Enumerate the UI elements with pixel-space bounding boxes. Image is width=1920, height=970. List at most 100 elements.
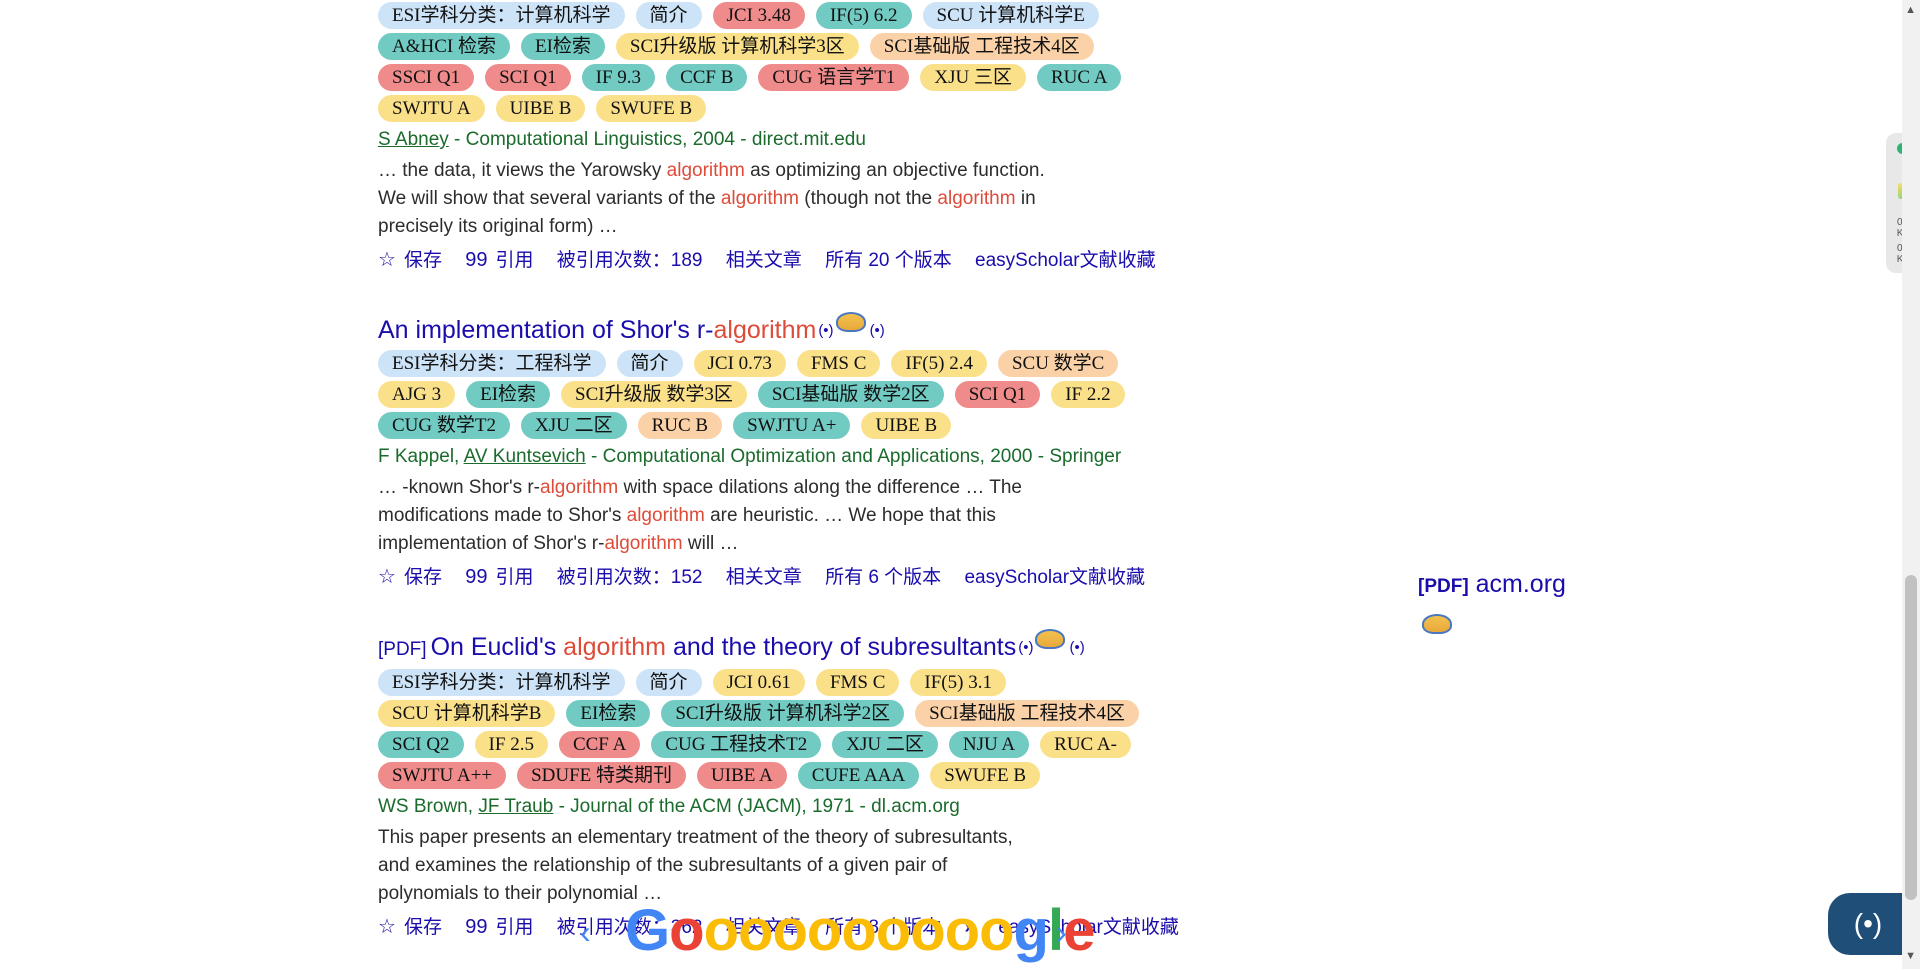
journal-badge[interactable]: 简介	[635, 669, 702, 696]
journal-badge[interactable]: EI检索	[566, 700, 651, 727]
journal-badge[interactable]: EI检索	[520, 33, 605, 60]
journal-badge[interactable]: SWJTU A+	[733, 412, 851, 439]
journal-badge[interactable]: SSCI Q1	[378, 64, 475, 91]
journal-badge[interactable]: SWJTU A++	[378, 762, 507, 789]
cite-button[interactable]: 99 引用	[465, 249, 533, 271]
cited-by-link[interactable]: 被引用次数：152	[557, 567, 703, 588]
logo-letter: o	[738, 898, 773, 963]
title-text[interactable]: An implementation of Shor's r-	[378, 316, 713, 344]
journal-badge[interactable]: CCF A	[558, 731, 641, 758]
journal-badge[interactable]: UIBE A	[697, 762, 787, 789]
journal-badge[interactable]: 简介	[635, 2, 702, 29]
page-scrollbar[interactable]: ▲ ▼	[1902, 0, 1920, 969]
journal-badge[interactable]: XJU 二区	[832, 731, 938, 758]
journal-badge[interactable]: SWJTU A	[378, 95, 485, 122]
journal-badge[interactable]: ESI学科分类：计算机科学	[378, 669, 625, 696]
journal-badge[interactable]: SCI基础版 工程技术4区	[915, 700, 1139, 727]
journal-badge[interactable]: IF(5) 3.1	[910, 669, 1006, 696]
journal-badge[interactable]: SCI基础版 工程技术4区	[869, 33, 1094, 60]
scroll-down-arrow-icon[interactable]: ▼	[1905, 950, 1916, 962]
scholar-hat-icon[interactable]	[1422, 614, 1452, 634]
journal-badge[interactable]: NJU A	[948, 731, 1030, 758]
save-button[interactable]: ☆ 保存	[378, 249, 442, 271]
journal-badge[interactable]: SCU 计算机科学E	[922, 2, 1099, 29]
all-versions-link[interactable]: 所有 20 个版本	[825, 250, 952, 271]
author-link[interactable]: S Abney	[378, 129, 449, 150]
journal-badge[interactable]: CCF B	[666, 64, 748, 91]
all-versions-link[interactable]: 所有 6 个版本	[825, 567, 941, 588]
journal-badge[interactable]: SCI基础版 数学2区	[757, 381, 944, 408]
floating-radio-button[interactable]: (•)	[1828, 893, 1908, 955]
scholar-hat-icon[interactable]	[1420, 614, 1454, 645]
radio-icon[interactable]: (•)	[870, 322, 885, 339]
journal-badge[interactable]: CUG 数学T2	[378, 412, 510, 439]
title-text[interactable]: and the theory of subresultants	[666, 633, 1016, 661]
journal-badge[interactable]: XJU 二区	[520, 412, 627, 439]
save-button[interactable]: ☆ 保存	[378, 916, 442, 938]
author-link[interactable]: AV Kuntsevich	[464, 446, 586, 467]
journal-badge[interactable]: XJU 三区	[920, 64, 1026, 91]
journal-badge[interactable]: IF 2.5	[474, 731, 548, 758]
journal-badge[interactable]: FMS C	[796, 350, 881, 377]
journal-badge[interactable]: SWUFE B	[596, 95, 707, 122]
title-highlight[interactable]: algorithm	[713, 316, 816, 344]
journal-badge[interactable]: JCI 3.48	[712, 2, 805, 29]
journal-badge[interactable]: SCI升级版 计算机科学2区	[661, 700, 905, 727]
journal-badge[interactable]: SCU 计算机科学B	[378, 700, 556, 727]
journal-badge[interactable]: FMS C	[815, 669, 900, 696]
cited-by-link[interactable]: 被引用次数：189	[557, 250, 703, 271]
result-3: [PDF] On Euclid's algorithm and the theor…	[378, 629, 1358, 942]
related-articles-link[interactable]: 相关文章	[726, 250, 802, 271]
cite-button[interactable]: 99 引用	[465, 916, 533, 938]
journal-badge[interactable]: SCI升级版 数学3区	[561, 381, 747, 408]
journal-badge[interactable]: IF(5) 2.4	[891, 350, 987, 377]
cite-button[interactable]: 99 引用	[465, 566, 533, 588]
journal-badge[interactable]: ESI学科分类：工程科学	[378, 350, 606, 377]
scholar-hat-icon[interactable]	[835, 312, 866, 332]
radio-icon[interactable]: (•)	[1018, 639, 1033, 656]
journal-badge[interactable]: IF 2.2	[1051, 381, 1125, 408]
title-highlight[interactable]: algorithm	[563, 633, 666, 661]
journal-badge[interactable]: IF 9.3	[581, 64, 656, 91]
journal-badge[interactable]: EI检索	[466, 381, 551, 408]
title-text[interactable]: On Euclid's	[431, 633, 564, 661]
easyscholar-save-link[interactable]: easyScholar文献收藏	[964, 567, 1145, 588]
journal-badge[interactable]: IF(5) 6.2	[815, 2, 912, 29]
journal-badge[interactable]: CUFE AAA	[797, 762, 920, 789]
journal-badge[interactable]: UIBE B	[861, 412, 952, 439]
journal-badge[interactable]: UIBE B	[495, 95, 586, 122]
easyscholar-save-link[interactable]: easyScholar文献收藏	[975, 250, 1156, 271]
journal-badge[interactable]: SCI Q1	[485, 64, 571, 91]
side-pdf-link[interactable]: [PDF] acm.org	[1418, 570, 1566, 599]
journal-badge[interactable]: SCI Q1	[954, 381, 1041, 408]
scrollbar-thumb[interactable]	[1905, 575, 1917, 900]
side-pdf-site: acm.org	[1475, 570, 1566, 598]
journal-badge[interactable]: AJG 3	[378, 381, 456, 408]
scroll-up-arrow-icon[interactable]: ▲	[1905, 4, 1916, 16]
journal-badge[interactable]: ESI学科分类：计算机科学	[378, 2, 625, 29]
radio-icon[interactable]: (•)	[1069, 639, 1084, 656]
journal-badge[interactable]: CUG 语言学T1	[758, 64, 910, 91]
journal-badge[interactable]: SWUFE B	[930, 762, 1041, 789]
save-button[interactable]: ☆ 保存	[378, 566, 442, 588]
scholar-hat-icon[interactable]	[1035, 629, 1066, 649]
journal-badge[interactable]: SCU 数学C	[997, 350, 1119, 377]
journal-badge[interactable]: RUC A-	[1040, 731, 1131, 758]
author-link[interactable]: JF Traub	[478, 796, 553, 817]
journal-badge[interactable]: SCI Q2	[378, 731, 464, 758]
journal-badge[interactable]: CUG 工程技术T2	[651, 731, 822, 758]
journal-badge[interactable]: JCI 0.61	[712, 669, 805, 696]
journal-badge[interactable]: SCI升级版 计算机科学3区	[615, 33, 859, 60]
journal-badge[interactable]: RUC B	[637, 412, 723, 439]
radio-icon[interactable]: (•)	[818, 322, 833, 339]
journal-badge[interactable]: SDUFE 特类期刊	[517, 762, 687, 789]
result-title[interactable]: An implementation of Shor's r-algorithm(…	[378, 312, 1358, 349]
journal-badge[interactable]: JCI 0.73	[693, 350, 786, 377]
result-title[interactable]: [PDF] On Euclid's algorithm and the theor…	[378, 629, 1358, 668]
journal-badge[interactable]: A&HCI 检索	[378, 33, 510, 60]
journal-badge[interactable]: RUC A	[1036, 64, 1122, 91]
related-articles-link[interactable]: 相关文章	[726, 567, 802, 588]
prev-page-button[interactable]: ‹	[580, 914, 591, 951]
next-page-button[interactable]: ›	[1056, 914, 1067, 951]
journal-badge[interactable]: 简介	[616, 350, 683, 377]
